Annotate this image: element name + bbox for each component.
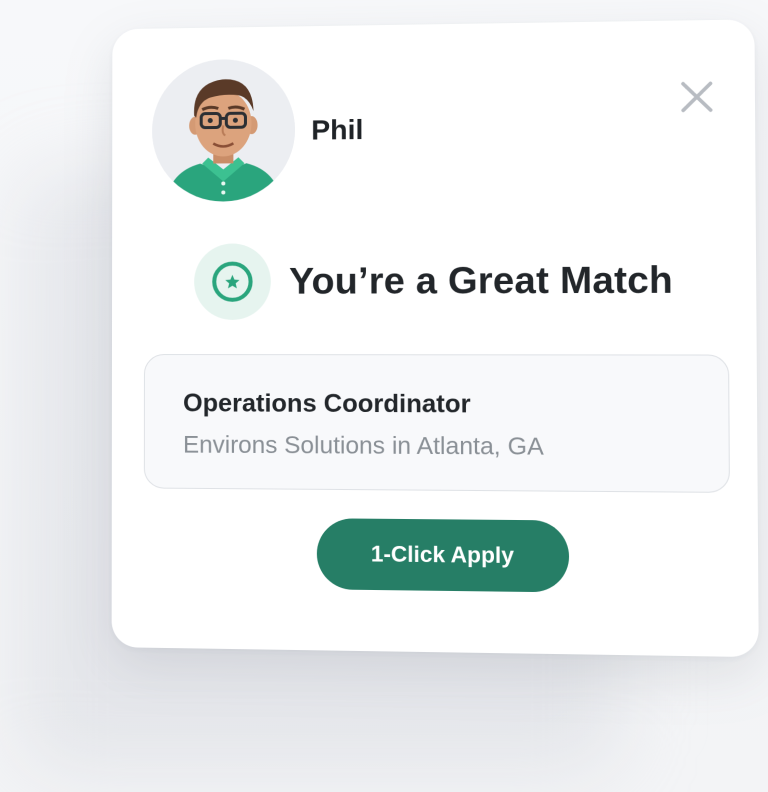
page-background: Phil You’re a Great Match Operations Coo… bbox=[0, 0, 768, 792]
star-badge-icon bbox=[210, 260, 254, 304]
user-avatar bbox=[152, 58, 296, 202]
job-company-location: Environs Solutions in Atlanta, GA bbox=[183, 431, 544, 461]
close-icon bbox=[679, 79, 715, 114]
user-name: Phil bbox=[311, 113, 364, 146]
close-button[interactable] bbox=[679, 79, 715, 114]
match-card: Phil You’re a Great Match Operations Coo… bbox=[111, 19, 759, 658]
job-title: Operations Coordinator bbox=[183, 389, 471, 419]
one-click-apply-button[interactable]: 1-Click Apply bbox=[316, 518, 570, 593]
job-card[interactable]: Operations Coordinator Environs Solution… bbox=[143, 354, 730, 493]
star-badge bbox=[194, 243, 271, 320]
person-avatar-icon bbox=[152, 58, 296, 202]
match-header: You’re a Great Match bbox=[194, 242, 673, 320]
match-title: You’re a Great Match bbox=[289, 258, 674, 302]
